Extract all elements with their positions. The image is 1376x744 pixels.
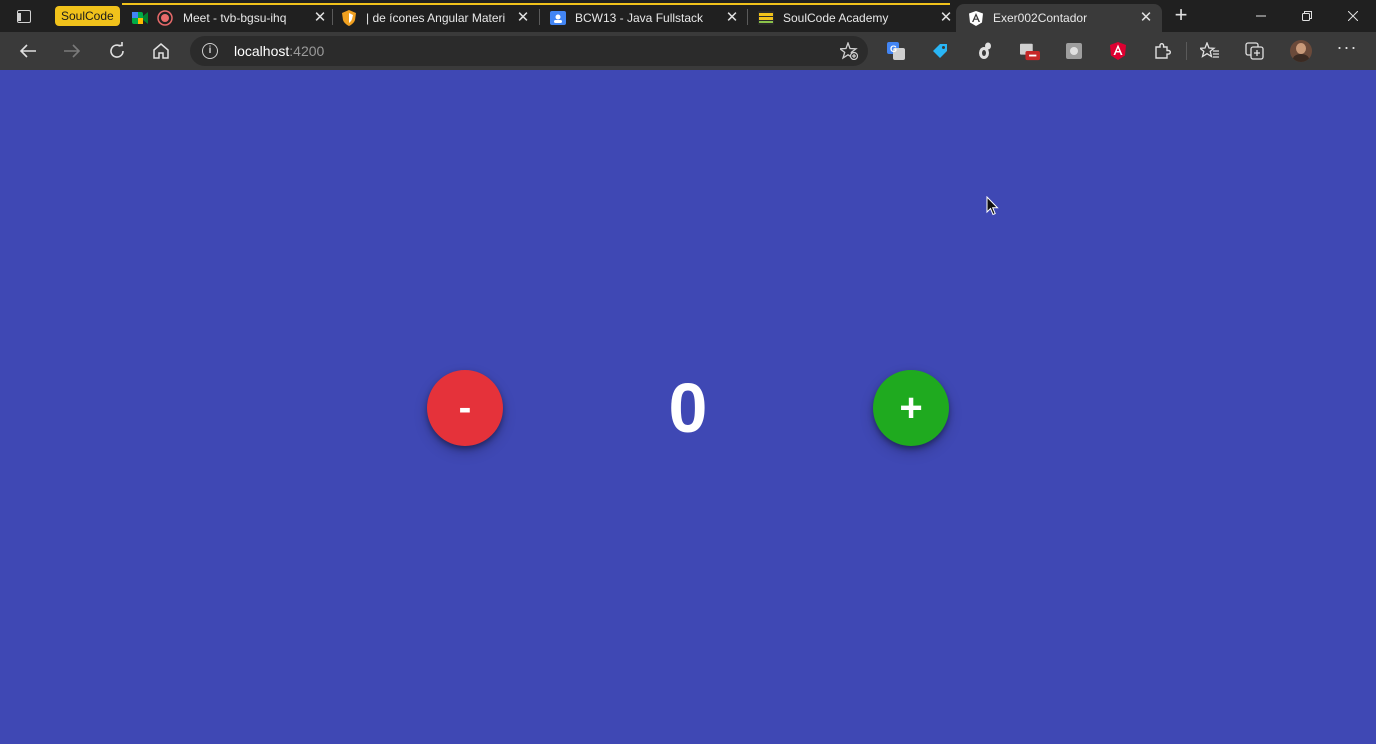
tab-title: Exer002Contador bbox=[993, 11, 1088, 25]
tag-icon[interactable] bbox=[930, 41, 950, 61]
extension-badge-icon[interactable] bbox=[1020, 41, 1040, 61]
home-icon[interactable] bbox=[146, 36, 176, 66]
profile-avatar[interactable] bbox=[1290, 40, 1312, 62]
angular-icon bbox=[968, 10, 984, 26]
window-close-icon[interactable] bbox=[1330, 0, 1376, 32]
browser-toolbar: i localhost:4200 G ··· bbox=[0, 32, 1376, 70]
address-bar[interactable]: i localhost:4200 bbox=[190, 36, 868, 66]
tab-meet[interactable]: Meet - tvb-bgsu-ihq ✕ bbox=[132, 4, 328, 32]
puzzle-icon[interactable] bbox=[1152, 41, 1172, 61]
soulcode-icon bbox=[758, 10, 774, 26]
angular-devtools-icon[interactable] bbox=[1108, 41, 1128, 61]
tab-title: Meet - tvb-bgsu-ihq bbox=[183, 11, 287, 25]
new-tab-icon[interactable]: + bbox=[1170, 4, 1192, 26]
tab-title: BCW13 - Java Fullstack bbox=[575, 11, 704, 25]
app-content: - 0 + bbox=[0, 70, 1376, 744]
close-icon[interactable]: ✕ bbox=[1138, 10, 1154, 26]
tab-soulcode-academy[interactable]: SoulCode Academy ✕ bbox=[758, 4, 954, 32]
more-options-icon[interactable]: ··· bbox=[1336, 38, 1358, 62]
tab-divider bbox=[332, 9, 333, 25]
shield-icon bbox=[341, 10, 357, 26]
svg-text:G: G bbox=[890, 44, 897, 54]
tab-actions-icon[interactable] bbox=[8, 0, 40, 32]
minimize-icon[interactable] bbox=[1238, 0, 1284, 32]
close-icon[interactable]: ✕ bbox=[724, 10, 740, 26]
forward-icon bbox=[57, 36, 87, 66]
google-meet-icon bbox=[132, 10, 148, 26]
site-info-icon[interactable]: i bbox=[202, 43, 218, 59]
tab-exer002contador[interactable]: Exer002Contador ✕ bbox=[956, 4, 1162, 32]
tab-title: | de ícones Angular Materi bbox=[366, 11, 506, 25]
google-classroom-icon bbox=[550, 10, 566, 26]
toolbar-divider bbox=[1186, 42, 1187, 60]
favorites-icon[interactable] bbox=[1200, 41, 1220, 61]
close-icon[interactable]: ✕ bbox=[938, 10, 954, 26]
add-favorite-icon[interactable] bbox=[838, 41, 859, 61]
reload-icon[interactable] bbox=[102, 36, 132, 66]
translate-icon[interactable]: G bbox=[886, 41, 906, 61]
url-port: :4200 bbox=[289, 43, 325, 59]
tab-angular-icons[interactable]: | de ícones Angular Materi ✕ bbox=[341, 4, 531, 32]
tab-bcw13[interactable]: BCW13 - Java Fullstack ✕ bbox=[550, 4, 740, 32]
collections-icon[interactable] bbox=[1245, 41, 1265, 61]
counter-value: 0 bbox=[668, 369, 708, 447]
square-extension-icon[interactable] bbox=[1064, 41, 1084, 61]
close-icon[interactable]: ✕ bbox=[312, 10, 328, 26]
gnome-icon[interactable] bbox=[974, 41, 994, 61]
url-text: localhost:4200 bbox=[234, 43, 324, 59]
recording-icon bbox=[157, 10, 173, 26]
mouse-cursor-icon bbox=[986, 195, 999, 221]
increment-button[interactable]: + bbox=[873, 370, 949, 446]
restore-icon[interactable] bbox=[1284, 0, 1330, 32]
tab-divider bbox=[539, 9, 540, 25]
tab-divider bbox=[747, 9, 748, 25]
url-host: localhost bbox=[234, 43, 290, 59]
tab-strip: SoulCode Meet - tvb-bgsu-ihq ✕ | de ícon… bbox=[0, 0, 1376, 32]
tab-group-label[interactable]: SoulCode bbox=[55, 6, 120, 26]
decrement-button[interactable]: - bbox=[427, 370, 503, 446]
close-icon[interactable]: ✕ bbox=[515, 10, 531, 26]
tab-title: SoulCode Academy bbox=[783, 11, 889, 25]
back-icon[interactable] bbox=[13, 36, 43, 66]
